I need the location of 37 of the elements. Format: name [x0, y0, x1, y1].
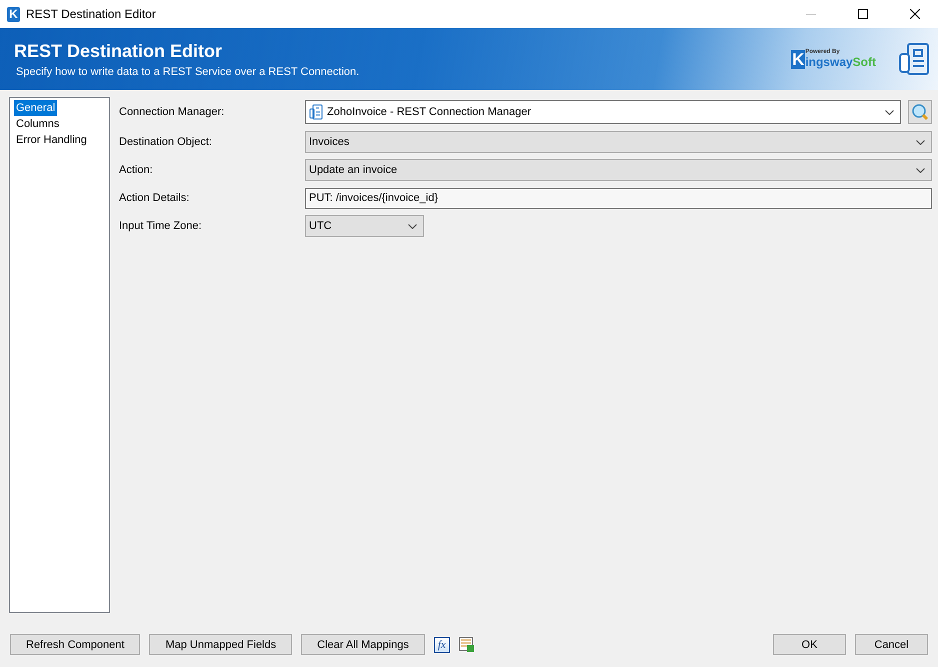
window-title: REST Destination Editor — [26, 7, 157, 21]
logo-letter: K — [791, 50, 806, 69]
field-label: Destination Object: — [119, 136, 213, 148]
sidebar-item[interactable]: Error Handling — [14, 132, 89, 148]
field-label: Action: — [119, 164, 154, 176]
dropdown[interactable]: UTC — [305, 215, 424, 237]
dialog-button[interactable]: OK — [773, 634, 846, 655]
footer-button[interactable]: Refresh Component — [10, 634, 140, 655]
expression-button[interactable]: fx — [434, 636, 450, 652]
chevron-icon — [885, 110, 894, 114]
field-label: Action Details: — [119, 192, 190, 204]
footer-button[interactable]: Map Unmapped Fields — [149, 634, 292, 655]
sidebar-item[interactable]: Columns — [14, 116, 62, 132]
dropdown[interactable]: Update an invoice — [305, 159, 932, 181]
chevron-icon — [916, 140, 925, 144]
dropdown[interactable]: Invoices — [305, 131, 932, 153]
close-icon — [910, 9, 920, 19]
dropdown[interactable]: ZohoInvoice - REST Connection Manager — [305, 100, 901, 124]
field-label: Input Time Zone: — [119, 220, 203, 232]
table-icon[interactable] — [458, 636, 475, 652]
sidebar-item[interactable]: General — [14, 100, 58, 116]
chevron-icon — [408, 224, 417, 228]
search-icon — [911, 103, 929, 121]
document-icon — [309, 104, 323, 120]
field-label: Connection Manager: — [119, 106, 226, 118]
chevron-icon — [916, 168, 925, 172]
footer-button[interactable]: Clear All Mappings — [301, 634, 425, 655]
logo-name: ingsway — [805, 55, 853, 69]
text-field[interactable]: PUT: /invoices/{invoice_id} — [305, 188, 932, 208]
logo-suffix: Soft — [852, 55, 876, 69]
app-icon: K — [7, 6, 20, 22]
search-button[interactable] — [908, 100, 932, 124]
header-subtitle: Specify how to write data to a REST Service over a REST Connection. — [15, 66, 360, 78]
header-title: REST Destination Editor — [14, 40, 224, 62]
dialog-button[interactable]: Cancel — [855, 634, 928, 655]
document-icon — [898, 42, 930, 76]
maximize-icon — [858, 9, 868, 19]
